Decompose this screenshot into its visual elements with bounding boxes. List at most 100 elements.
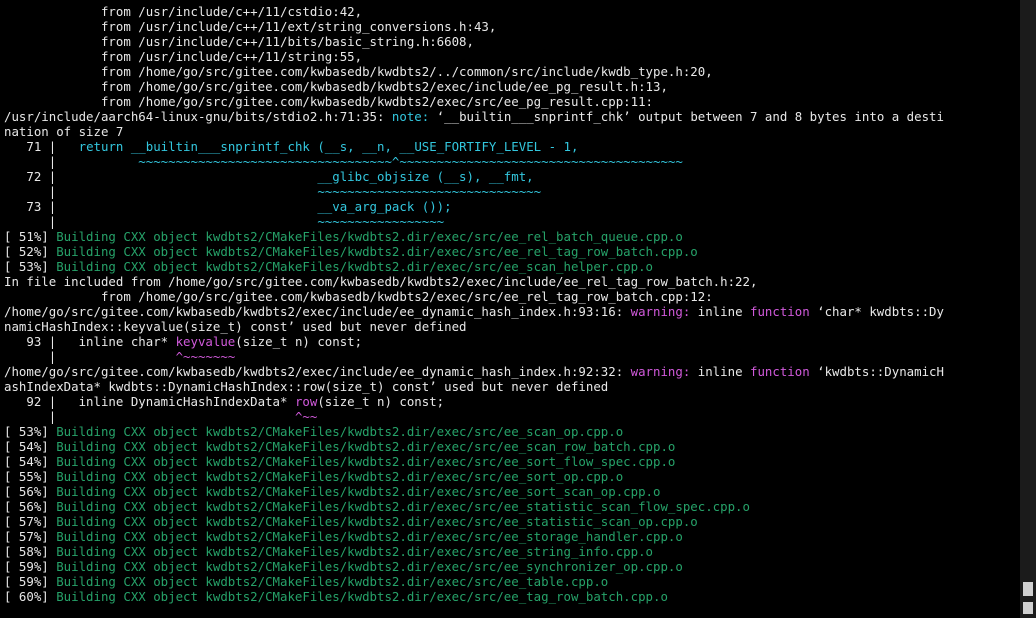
terminal-text-segment: ‘char* kwdbts::Dy [809,304,944,319]
terminal-text-segment: [ 52%] [4,244,57,259]
terminal-text-segment: Building CXX object kwdbts2/CMakeFiles/k… [56,574,609,589]
terminal-text-segment: ~~~~~~~~~~~~~~~~~ [317,214,445,229]
terminal-text-segment: Building CXX object kwdbts2/CMakeFiles/k… [56,529,683,544]
terminal-text-segment: Building CXX object kwdbts2/CMakeFiles/k… [56,514,698,529]
terminal-text-segment: [ 59%] [4,559,57,574]
terminal-line: 73 | __va_arg_pack ()); [4,199,1018,214]
terminal-text-segment: [ 60%] [4,589,57,604]
terminal-text-segment: Building CXX object kwdbts2/CMakeFiles/k… [56,469,624,484]
terminal-text-segment: | [4,214,318,229]
terminal-line: [ 57%] Building CXX object kwdbts2/CMake… [4,514,1018,529]
terminal-text-segment: [ 59%] [4,574,57,589]
terminal-line: [ 56%] Building CXX object kwdbts2/CMake… [4,484,1018,499]
terminal-line: [ 53%] Building CXX object kwdbts2/CMake… [4,424,1018,439]
terminal-text-segment: inline [697,364,750,379]
terminal-line: from /home/go/src/gitee.com/kwbasedb/kwd… [4,289,1018,304]
scrollbar-thumb[interactable] [1023,582,1033,596]
terminal-line: /home/go/src/gitee.com/kwbasedb/kwdbts2/… [4,364,1018,379]
terminal-text-segment: Building CXX object kwdbts2/CMakeFiles/k… [56,454,676,469]
vertical-scrollbar[interactable] [1020,0,1036,618]
terminal-text-segment: from /home/go/src/gitee.com/kwbasedb/kwd… [4,64,713,79]
terminal-text-segment: | [4,349,176,364]
terminal-text-segment: (size_t n) const; [235,334,363,349]
terminal-text-segment: nation of size 7 [4,124,124,139]
terminal-text-segment: [ 56%] [4,499,57,514]
terminal-text-segment: | [4,184,318,199]
terminal-text-segment: [ 57%] [4,529,57,544]
terminal-line: from /home/go/src/gitee.com/kwbasedb/kwd… [4,64,1018,79]
terminal-line: 92 | inline DynamicHashIndexData* row(si… [4,394,1018,409]
terminal-line: 72 | __glibc_objsize (__s), __fmt, [4,169,1018,184]
terminal-line: [ 60%] Building CXX object kwdbts2/CMake… [4,589,1018,604]
terminal-text-segment: keyvalue [175,334,236,349]
terminal-line: [ 52%] Building CXX object kwdbts2/CMake… [4,244,1018,259]
terminal-text-segment: (size_t n) const; [317,394,445,409]
terminal-text-segment: [ 57%] [4,514,57,529]
terminal-text-segment: | [4,409,295,424]
terminal-text-segment: /usr/include/aarch64-linux-gnu/bits/stdi… [4,109,392,124]
terminal-text-segment: from /usr/include/c++/11/cstdio:42, [4,4,363,19]
terminal-text-segment: from /usr/include/c++/11/bits/basic_stri… [4,34,474,49]
terminal-text-segment: [ 54%] [4,454,57,469]
terminal-text-segment: 72 | [4,169,318,184]
terminal-text-segment: 92 | inline DynamicHashIndexData* [4,394,295,409]
terminal-text-segment: from /home/go/src/gitee.com/kwbasedb/kwd… [4,289,713,304]
terminal-text-segment: In file included from /home/go/src/gitee… [4,274,758,289]
terminal-text-segment: from /home/go/src/gitee.com/kwbasedb/kwd… [4,94,654,109]
terminal-line: nation of size 7 [4,124,1018,139]
terminal-line: from /usr/include/c++/11/bits/basic_stri… [4,34,1018,49]
terminal-line: | ^~~~~~~~ [4,349,1018,364]
terminal-line: /home/go/src/gitee.com/kwbasedb/kwdbts2/… [4,304,1018,319]
terminal-text-segment: | [4,154,139,169]
terminal-text-segment: Building CXX object kwdbts2/CMakeFiles/k… [56,559,683,574]
terminal-line: | ^~~ [4,409,1018,424]
terminal-line: namicHashIndex::keyvalue(size_t) const’ … [4,319,1018,334]
terminal-text-segment: namicHashIndex::keyvalue(size_t) const’ … [4,319,467,334]
terminal-output[interactable]: from /usr/include/c++/11/cstdio:42, from… [4,4,1018,618]
terminal-text-segment: [ 53%] [4,259,57,274]
terminal-line: [ 56%] Building CXX object kwdbts2/CMake… [4,499,1018,514]
terminal-line: from /usr/include/c++/11/string:55, [4,49,1018,64]
terminal-line: [ 54%] Building CXX object kwdbts2/CMake… [4,439,1018,454]
terminal-text-segment: note: [391,109,437,124]
terminal-text-segment: ashIndexData* kwdbts::DynamicHashIndex::… [4,379,609,394]
terminal-text-segment: Building CXX object kwdbts2/CMakeFiles/k… [56,244,698,259]
terminal-text-segment: 93 | inline char* [4,334,176,349]
terminal-text-segment: /home/go/src/gitee.com/kwbasedb/kwdbts2/… [4,304,631,319]
terminal-text-segment: [ 56%] [4,484,57,499]
terminal-line: [ 58%] Building CXX object kwdbts2/CMake… [4,544,1018,559]
terminal-text-segment: warning: [630,304,698,319]
scroll-down-arrow-icon[interactable] [1023,602,1033,614]
terminal-text-segment: ~~~~~~~~~~~~~~~~~~~~~~~~~~~~~~~~~~^~~~~~… [138,154,683,169]
terminal-text-segment: function [749,364,810,379]
terminal-line: [ 53%] Building CXX object kwdbts2/CMake… [4,259,1018,274]
terminal-text-segment: 71 | [4,139,79,154]
terminal-line: [ 54%] Building CXX object kwdbts2/CMake… [4,454,1018,469]
terminal-text-segment: Building CXX object kwdbts2/CMakeFiles/k… [56,259,654,274]
terminal-text-segment: ~~~~~~~~~~~~~~~~~~~~~~~~~~~~~~ [317,184,542,199]
terminal-line: from /home/go/src/gitee.com/kwbasedb/kwd… [4,94,1018,109]
terminal-text-segment: function [749,304,810,319]
terminal-line: | ~~~~~~~~~~~~~~~~~ [4,214,1018,229]
terminal-text-segment: Building CXX object kwdbts2/CMakeFiles/k… [56,484,661,499]
terminal-line: In file included from /home/go/src/gitee… [4,274,1018,289]
terminal-line: from /usr/include/c++/11/ext/string_conv… [4,19,1018,34]
terminal-text-segment: from /usr/include/c++/11/string:55, [4,49,363,64]
terminal-text-segment: ^~~~~~~~ [175,349,236,364]
terminal-line: 93 | inline char* keyvalue(size_t n) con… [4,334,1018,349]
terminal-line: 71 | return __builtin___snprintf_chk (__… [4,139,1018,154]
terminal-line: [ 59%] Building CXX object kwdbts2/CMake… [4,574,1018,589]
terminal-text-segment: Building CXX object kwdbts2/CMakeFiles/k… [56,544,654,559]
terminal-text-segment: ‘__builtin___snprintf_chk’ output betwee… [436,109,944,124]
terminal-text-segment: inline [697,304,750,319]
terminal-line: [ 57%] Building CXX object kwdbts2/CMake… [4,529,1018,544]
terminal-line: [ 51%] Building CXX object kwdbts2/CMake… [4,229,1018,244]
terminal-text-segment: ‘kwdbts::DynamicH [809,364,944,379]
terminal-text-segment: from /usr/include/c++/11/ext/string_conv… [4,19,497,34]
terminal-text-segment: /home/go/src/gitee.com/kwbasedb/kwdbts2/… [4,364,631,379]
terminal-text-segment: __builtin___snprintf_chk (__s, __n, __US… [130,139,579,154]
terminal-line: [ 55%] Building CXX object kwdbts2/CMake… [4,469,1018,484]
terminal-text-segment: ^~~ [294,409,318,424]
terminal-line: [ 59%] Building CXX object kwdbts2/CMake… [4,559,1018,574]
